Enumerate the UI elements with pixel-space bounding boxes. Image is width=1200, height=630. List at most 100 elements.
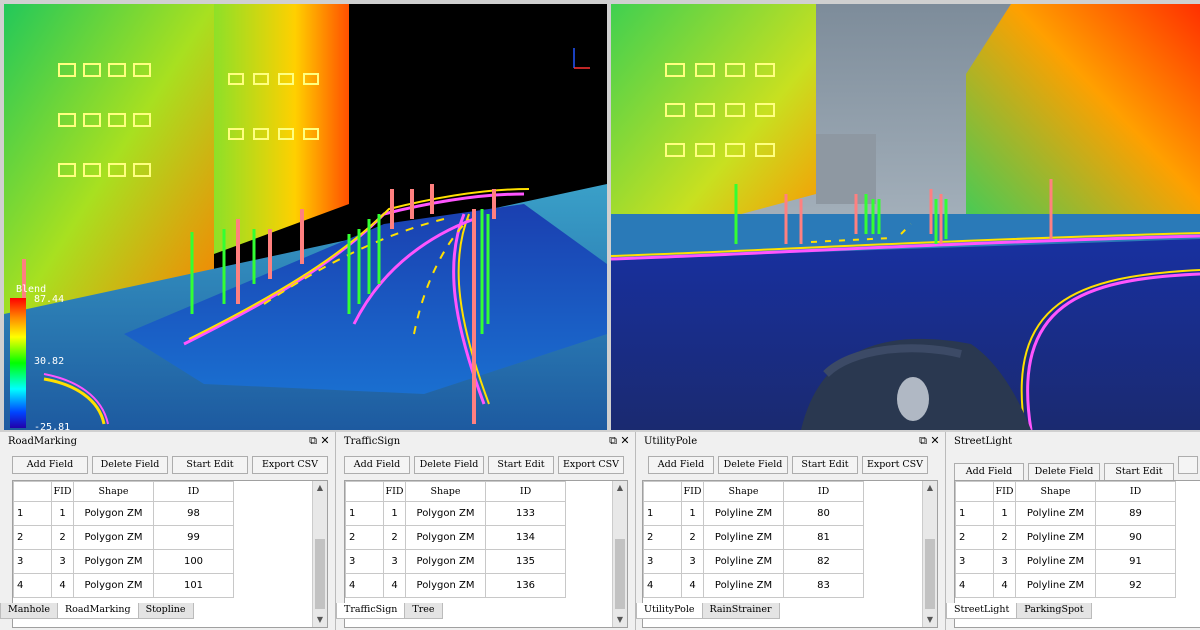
- scroll-down-icon[interactable]: ▼: [613, 613, 627, 627]
- add-field-button[interactable]: Add Field: [648, 456, 714, 474]
- col-header-shape[interactable]: Shape: [1015, 481, 1096, 502]
- scroll-thumb[interactable]: [925, 539, 935, 609]
- col-header-shape[interactable]: Shape: [73, 481, 154, 502]
- scroll-up-icon[interactable]: ▲: [613, 481, 627, 495]
- close-icon[interactable]: ✕: [929, 434, 941, 447]
- camera-image-overlay: [611, 4, 1200, 430]
- restore-icon[interactable]: ⧉: [607, 434, 619, 448]
- row-number: 2: [13, 525, 52, 550]
- col-header-id[interactable]: ID: [485, 481, 566, 502]
- col-header-rownum[interactable]: [643, 481, 682, 502]
- table-row[interactable]: 2 2 Polyline ZM 81: [643, 525, 864, 550]
- tab-roadmarking[interactable]: RoadMarking: [57, 603, 139, 619]
- vertical-scrollbar[interactable]: ▲ ▼: [312, 481, 327, 627]
- export-csv-button[interactable]: Export CSV: [252, 456, 328, 474]
- export-csv-button[interactable]: Export CSV: [558, 456, 624, 474]
- export-csv-button[interactable]: Export CSV: [862, 456, 928, 474]
- close-icon[interactable]: ✕: [319, 434, 331, 447]
- cell-shape: Polyline ZM: [703, 501, 784, 526]
- add-field-button[interactable]: Add Field: [344, 456, 410, 474]
- col-header-id[interactable]: ID: [783, 481, 864, 502]
- point-cloud-render: [4, 4, 607, 430]
- attribute-panels: RoadMarking ⧉ ✕ Add Field Delete Field Star…: [0, 432, 1200, 630]
- vertical-scrollbar[interactable]: ▲ ▼: [922, 481, 937, 627]
- col-header-rownum[interactable]: [955, 481, 994, 502]
- delete-field-button[interactable]: Delete Field: [718, 456, 788, 474]
- start-edit-button[interactable]: Start Edit: [172, 456, 248, 474]
- panel-roadmarking: RoadMarking ⧉ ✕ Add Field Delete Field Star…: [0, 432, 336, 630]
- point-cloud-view-3d[interactable]: Blend 87.44 30.82 -25.81: [4, 4, 607, 430]
- col-header-shape[interactable]: Shape: [703, 481, 784, 502]
- start-edit-button[interactable]: Start Edit: [488, 456, 554, 474]
- cell-id: 101: [153, 573, 234, 598]
- cell-fid: 1: [383, 501, 406, 526]
- table-row[interactable]: 3 3 Polyline ZM 82: [643, 549, 864, 574]
- table-row[interactable]: 3 3 Polyline ZM 91: [955, 549, 1176, 574]
- cell-id: 135: [485, 549, 566, 574]
- col-header-rownum[interactable]: [13, 481, 52, 502]
- col-header-rownum[interactable]: [345, 481, 384, 502]
- tab-trafficsign[interactable]: TrafficSign: [336, 603, 406, 619]
- table-row[interactable]: 4 4 Polyline ZM 83: [643, 573, 864, 598]
- tab-stopline[interactable]: Stopline: [137, 603, 194, 619]
- table-row[interactable]: 4 4 Polygon ZM 136: [345, 573, 566, 598]
- start-edit-button[interactable]: Start Edit: [792, 456, 858, 474]
- tab-tree[interactable]: Tree: [404, 603, 443, 619]
- table-row[interactable]: 4 4 Polyline ZM 92: [955, 573, 1176, 598]
- export-csv-button-partial[interactable]: [1178, 456, 1198, 474]
- cell-shape: Polygon ZM: [405, 501, 486, 526]
- restore-icon[interactable]: ⧉: [917, 434, 929, 448]
- add-field-button[interactable]: Add Field: [12, 456, 88, 474]
- cell-shape: Polygon ZM: [405, 573, 486, 598]
- delete-field-button[interactable]: Delete Field: [92, 456, 168, 474]
- row-number: 4: [345, 573, 384, 598]
- start-edit-button[interactable]: Start Edit: [1104, 463, 1174, 481]
- table-row[interactable]: 2 2 Polygon ZM 99: [13, 525, 234, 550]
- delete-field-button[interactable]: Delete Field: [414, 456, 484, 474]
- panel-controls: ⧉ ✕: [307, 434, 331, 448]
- col-header-fid[interactable]: FID: [51, 481, 74, 502]
- scroll-down-icon[interactable]: ▼: [313, 613, 327, 627]
- cell-fid: 4: [993, 573, 1016, 598]
- cell-id: 92: [1095, 573, 1176, 598]
- col-header-id[interactable]: ID: [1095, 481, 1176, 502]
- vertical-scrollbar[interactable]: ▲ ▼: [612, 481, 627, 627]
- cell-fid: 3: [993, 549, 1016, 574]
- delete-field-button[interactable]: Delete Field: [1028, 463, 1100, 481]
- restore-icon[interactable]: ⧉: [307, 434, 319, 448]
- cell-id: 82: [783, 549, 864, 574]
- col-header-fid[interactable]: FID: [681, 481, 704, 502]
- layer-tabs: Manhole RoadMarking Stopline: [0, 602, 194, 619]
- camera-image-view[interactable]: [611, 4, 1200, 430]
- row-number: 4: [955, 573, 994, 598]
- panel-utilitypole: UtilityPole ⧉ ✕ Add Field Delete Field Star…: [636, 432, 946, 630]
- tab-rainstrainer[interactable]: RainStrainer: [701, 603, 780, 619]
- tab-utilitypole[interactable]: UtilityPole: [636, 603, 703, 619]
- col-header-fid[interactable]: FID: [993, 481, 1016, 502]
- table-row[interactable]: 3 3 Polygon ZM 100: [13, 549, 234, 574]
- close-icon[interactable]: ✕: [619, 434, 631, 447]
- scroll-thumb[interactable]: [615, 539, 625, 609]
- cell-fid: 1: [993, 501, 1016, 526]
- col-header-id[interactable]: ID: [153, 481, 234, 502]
- table-row[interactable]: 1 1 Polygon ZM 98: [13, 501, 234, 526]
- tab-manhole[interactable]: Manhole: [0, 603, 59, 619]
- scroll-down-icon[interactable]: ▼: [923, 613, 937, 627]
- table-row[interactable]: 2 2 Polyline ZM 90: [955, 525, 1176, 550]
- table-row[interactable]: 4 4 Polygon ZM 101: [13, 573, 234, 598]
- tab-streetlight[interactable]: StreetLight: [946, 603, 1018, 619]
- col-header-fid[interactable]: FID: [383, 481, 406, 502]
- table-row[interactable]: 3 3 Polygon ZM 135: [345, 549, 566, 574]
- add-field-button[interactable]: Add Field: [954, 463, 1024, 481]
- table-row[interactable]: 1 1 Polygon ZM 133: [345, 501, 566, 526]
- col-header-shape[interactable]: Shape: [405, 481, 486, 502]
- scroll-up-icon[interactable]: ▲: [313, 481, 327, 495]
- scroll-up-icon[interactable]: ▲: [923, 481, 937, 495]
- tab-parkingspot[interactable]: ParkingSpot: [1016, 603, 1092, 619]
- cell-shape: Polygon ZM: [405, 549, 486, 574]
- table-row[interactable]: 1 1 Polyline ZM 89: [955, 501, 1176, 526]
- toolbar: Add Field Delete Field Start Edit Export CS…: [344, 456, 628, 474]
- table-row[interactable]: 1 1 Polyline ZM 80: [643, 501, 864, 526]
- scroll-thumb[interactable]: [315, 539, 325, 609]
- table-row[interactable]: 2 2 Polygon ZM 134: [345, 525, 566, 550]
